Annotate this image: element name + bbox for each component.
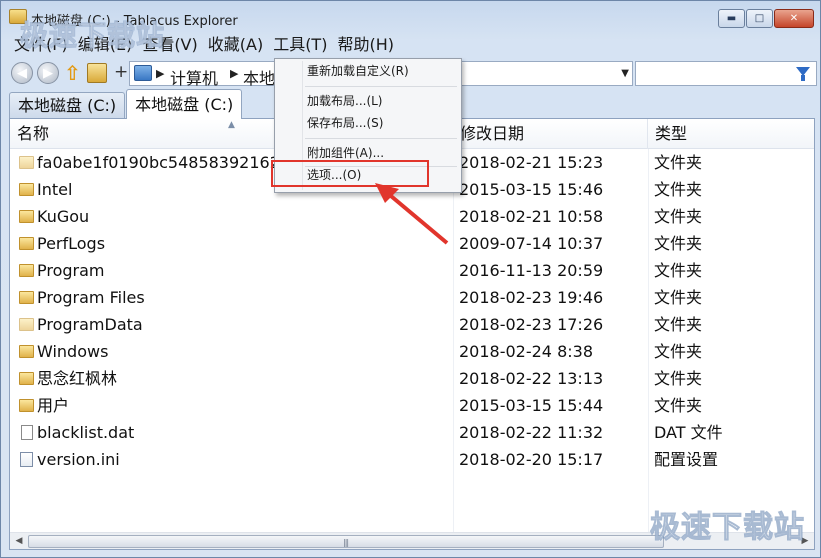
file-date: 2018-02-20 15:17 bbox=[459, 450, 604, 469]
settings-file-icon bbox=[20, 452, 33, 467]
menu-tools[interactable]: 工具(T) bbox=[268, 34, 332, 58]
scrollbar-thumb[interactable]: ||| bbox=[28, 535, 664, 548]
search-input[interactable] bbox=[635, 61, 817, 86]
forward-arrow-icon: ▶ bbox=[43, 65, 53, 81]
file-type: 文件夹 bbox=[654, 288, 703, 307]
table-row[interactable]: Windows 2018-02-24 8:38 文件夹 bbox=[10, 338, 814, 365]
new-tab-button[interactable]: + bbox=[114, 62, 128, 82]
file-date: 2018-02-24 8:38 bbox=[459, 342, 593, 361]
file-name: Program bbox=[37, 261, 105, 280]
file-type: 文件夹 bbox=[654, 261, 703, 280]
file-type: 文件夹 bbox=[654, 396, 703, 415]
grip-icon: ||| bbox=[343, 538, 349, 547]
file-date: 2018-02-21 15:23 bbox=[459, 153, 604, 172]
menu-help[interactable]: 帮助(H) bbox=[332, 34, 399, 58]
table-row[interactable]: blacklist.dat 2018-02-22 11:32 DAT 文件 bbox=[10, 419, 814, 446]
file-name: version.ini bbox=[37, 450, 120, 469]
menu-item-reload-custom[interactable]: 重新加载自定义(R) bbox=[278, 60, 459, 82]
folder-icon bbox=[19, 156, 34, 169]
folder-icon bbox=[19, 237, 34, 250]
menu-item-save-layout[interactable]: 保存布局...(S) bbox=[278, 112, 459, 134]
file-type: 文件夹 bbox=[654, 180, 703, 199]
tab-bar: 本地磁盘 (C:) 本地磁盘 (C:) bbox=[9, 89, 243, 119]
annotation-arrow-icon bbox=[375, 183, 449, 245]
folder-tree-button[interactable] bbox=[87, 63, 107, 83]
column-header-date[interactable]: 修改日期 bbox=[453, 119, 648, 149]
watermark-top: 极速下载站 bbox=[19, 19, 166, 53]
maximize-button[interactable]: □ bbox=[746, 9, 773, 28]
table-row[interactable]: ProgramData 2018-02-23 17:26 文件夹 bbox=[10, 311, 814, 338]
file-name: Program Files bbox=[37, 288, 145, 307]
menu-item-load-layout[interactable]: 加载布局...(L) bbox=[278, 90, 459, 112]
breadcrumb-arrow-icon[interactable]: ▶ bbox=[230, 67, 238, 80]
up-arrow-icon: ⇧ bbox=[64, 61, 81, 85]
watermark-bottom: 极速下载站 bbox=[650, 510, 805, 546]
computer-icon bbox=[134, 65, 152, 81]
back-arrow-icon: ◀ bbox=[17, 65, 27, 81]
file-name: 思念红枫林 bbox=[37, 369, 118, 388]
explorer-window: 本地磁盘 (C:) - Tablacus Explorer ▬ □ ✕ 文件(F… bbox=[0, 0, 821, 558]
filter-icon[interactable] bbox=[796, 67, 810, 81]
up-folder-button[interactable]: ⇧ bbox=[64, 61, 86, 85]
file-date: 2018-02-22 11:32 bbox=[459, 423, 604, 442]
file-name: blacklist.dat bbox=[37, 423, 135, 442]
file-type: 文件夹 bbox=[654, 315, 703, 334]
back-button[interactable]: ◀ bbox=[11, 62, 33, 84]
table-row[interactable]: version.ini 2018-02-20 15:17 配置设置 bbox=[10, 446, 814, 473]
window-controls: ▬ □ ✕ bbox=[717, 9, 814, 28]
file-name: Windows bbox=[37, 342, 109, 361]
minimize-button[interactable]: ▬ bbox=[718, 9, 745, 28]
file-date: 2015-03-15 15:46 bbox=[459, 180, 604, 199]
table-row[interactable]: 用户 2015-03-15 15:44 文件夹 bbox=[10, 392, 814, 419]
tab-local-disk-1[interactable]: 本地磁盘 (C:) bbox=[9, 92, 126, 119]
file-type: DAT 文件 bbox=[654, 423, 723, 442]
menu-separator bbox=[305, 138, 457, 139]
file-type: 文件夹 bbox=[654, 369, 703, 388]
table-row[interactable]: Program Files 2018-02-23 19:46 文件夹 bbox=[10, 284, 814, 311]
folder-icon bbox=[19, 183, 34, 196]
file-date: 2016-11-13 20:59 bbox=[459, 261, 604, 280]
file-date: 2018-02-23 19:46 bbox=[459, 288, 604, 307]
folder-icon bbox=[19, 264, 34, 277]
breadcrumb-local-disk[interactable]: 本地 bbox=[243, 65, 275, 89]
menu-separator bbox=[305, 86, 457, 87]
folder-icon bbox=[19, 291, 34, 304]
folder-icon bbox=[19, 372, 34, 385]
folder-icon bbox=[19, 318, 34, 331]
file-type: 文件夹 bbox=[654, 207, 703, 226]
folder-icon bbox=[19, 210, 34, 223]
scroll-left-icon[interactable]: ◀ bbox=[11, 535, 27, 548]
file-type: 文件夹 bbox=[654, 153, 703, 172]
file-name: 用户 bbox=[37, 396, 70, 415]
table-row[interactable]: Program 2016-11-13 20:59 文件夹 bbox=[10, 257, 814, 284]
table-row[interactable]: 思念红枫林 2018-02-22 13:13 文件夹 bbox=[10, 365, 814, 392]
folder-icon bbox=[19, 399, 34, 412]
breadcrumb-arrow-icon[interactable]: ▶ bbox=[156, 67, 164, 80]
menu-favorites[interactable]: 收藏(A) bbox=[203, 34, 268, 58]
file-type: 文件夹 bbox=[654, 342, 703, 361]
file-name: ProgramData bbox=[37, 315, 143, 334]
forward-button[interactable]: ▶ bbox=[37, 62, 59, 84]
address-dropdown-icon[interactable]: ▼ bbox=[621, 68, 629, 79]
file-date: 2018-02-23 17:26 bbox=[459, 315, 604, 334]
file-date: 2018-02-21 10:58 bbox=[459, 207, 604, 226]
folder-icon bbox=[19, 345, 34, 358]
sort-ascending-icon: ▲ bbox=[228, 120, 235, 130]
column-header-type[interactable]: 类型 bbox=[648, 119, 816, 149]
file-type: 文件夹 bbox=[654, 234, 703, 253]
tab-local-disk-2[interactable]: 本地磁盘 (C:) bbox=[126, 89, 243, 119]
file-icon bbox=[21, 425, 33, 440]
file-date: 2015-03-15 15:44 bbox=[459, 396, 604, 415]
close-button[interactable]: ✕ bbox=[774, 9, 814, 28]
file-date: 2018-02-22 13:13 bbox=[459, 369, 604, 388]
breadcrumb-computer[interactable]: 计算机 bbox=[170, 65, 218, 89]
file-type: 配置设置 bbox=[654, 450, 719, 469]
file-date: 2009-07-14 10:37 bbox=[459, 234, 604, 253]
